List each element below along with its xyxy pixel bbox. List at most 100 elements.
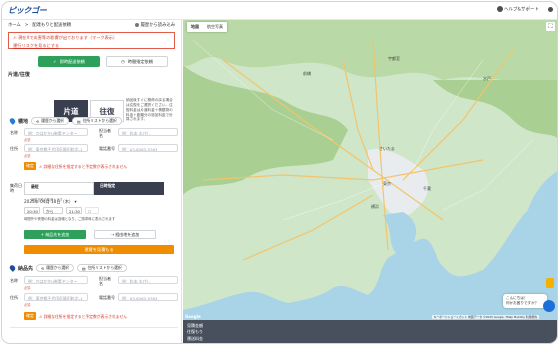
pickup-datetime-label: 集荷日時 [10, 183, 22, 193]
warning-icon: ⚠ [39, 314, 43, 319]
asap-checkbox[interactable]: ☐ [85, 207, 99, 214]
chat-icon[interactable] [543, 300, 555, 312]
breadcrumb: ホーム > 配達もりと配送依頼 履歴から読み込み [2, 20, 181, 30]
dropoff-warning-text: 詳細な住所を指定すると予定数が表示されません [43, 314, 128, 319]
dropoff-confirm-button[interactable]: 確定 [24, 312, 36, 320]
history-icon: ⟲ [41, 265, 45, 271]
pickup-warning-text: 詳細な住所を指定すると予定数が表示されません [43, 164, 128, 169]
dropoff-history-button[interactable]: ⟲ 履歴から選択 [36, 264, 74, 272]
google-logo: Google [185, 314, 201, 319]
add-via-label: 経由地を追加 [115, 231, 140, 237]
pickup-name-label: 名称 [10, 130, 18, 135]
add-stop-button[interactable]: + 納品先を追加 [24, 230, 86, 239]
dropoff-name-input[interactable]: 例：かはかかU制実センター [24, 276, 88, 284]
map-label-maebashi: 前橋 [303, 70, 311, 76]
time-from-select[interactable]: 20:30 [24, 207, 40, 214]
dropoff-name-label: 名称 [10, 278, 18, 283]
fullscreen-icon[interactable]: ⛶ [546, 22, 555, 31]
instant-order-button[interactable]: ✓ 即時配送依頼 [38, 56, 100, 67]
chevron-down-icon: ▾ [74, 199, 77, 204]
dropoff-tel-input[interactable]: 例：03-6263-9763 [118, 293, 178, 301]
dropoff-address-required: 必須 [24, 303, 31, 307]
pickup-history-label: 履歴から選択 [41, 118, 64, 123]
book-icon: ▤ [76, 118, 81, 124]
help-icon [496, 6, 503, 12]
check-icon: ✓ [53, 59, 57, 64]
time-to-select[interactable]: 21:30 [66, 207, 82, 214]
map-label-yokohama: 横浜 [371, 203, 379, 209]
load-from-history-link[interactable]: 履歴から読み込み [135, 22, 175, 28]
map-label-chiba: 千葉 [423, 185, 431, 191]
pickup-history-button[interactable]: ⟲ 履歴から選択 [31, 117, 69, 125]
pickup-confirm-button[interactable]: 確定 [24, 162, 36, 170]
pickup-tel-label: 電話番号 [99, 146, 115, 151]
chat-bubble[interactable]: こんにちは！ 何かお困りですか？ [503, 294, 547, 308]
pickup-address-required: 必須 [24, 154, 31, 158]
dropoff-contact-label: 担当者名 [99, 276, 111, 286]
street-view-pegman-icon[interactable] [546, 278, 554, 288]
pickup-tel-input[interactable]: 例：03-6263-9763 [118, 144, 178, 152]
pickup-pin-icon [8, 117, 17, 125]
between-select[interactable]: から [43, 207, 63, 214]
logo[interactable]: ピックゴー [8, 5, 47, 16]
alert-link[interactable]: 運行リスクを見るにする [13, 43, 170, 49]
map-tab[interactable]: 地図 [187, 22, 203, 32]
pickup-address-input[interactable]: 例：東京都千代田区飯田町北-1 [24, 144, 88, 152]
time-range: 20:30 から 21:30 ☐ [24, 207, 99, 214]
dropoff-header: 納品先 ⟲ 履歴から選択 ▤ 住所リストから選択 [8, 264, 127, 272]
logo-text: ピックゴー [8, 6, 47, 15]
dropoff-addressbook-button[interactable]: ▤ 住所リストから選択 [76, 264, 127, 272]
breadcrumb-separator: > [24, 22, 29, 28]
dropoff-pin-icon [8, 264, 17, 272]
import-icon [135, 22, 140, 27]
history-icon: ⟲ [36, 118, 40, 124]
warning-icon: ⚠ [39, 164, 43, 169]
specify-datetime-tab[interactable]: 日時指定日時を指定して集荷します [94, 182, 164, 201]
arrow-icon: ⇢ [110, 232, 115, 237]
scheduled-order-label: 時間指定依頼 [127, 58, 153, 64]
dropoff-contact-input[interactable]: 例：松本 丸ぴし [118, 276, 178, 284]
pickup-title: 積地 [18, 118, 29, 125]
book-icon: ▤ [81, 265, 86, 271]
pickup-address-label: 住所 [10, 146, 18, 151]
pickup-contact-input[interactable]: 例：松本 丸ぴし [118, 128, 178, 136]
pickup-addressbook-button[interactable]: ▤ 住所リストから選択 [71, 117, 122, 125]
dropoff-address-input[interactable]: 例：東京都千代田区飯田町北-1 [24, 293, 88, 301]
add-via-button[interactable]: ⇢ 経由地を追加 [94, 230, 156, 239]
map-attribution: キーボードショートカット 地図データ ©2025 Google, TMap Mo… [431, 315, 539, 319]
estimate-button[interactable]: 運賃を見積もる [24, 245, 174, 254]
user-menu-icon[interactable] [548, 6, 553, 12]
dropoff-warning: ⚠ 詳細な住所を指定すると予定数が表示されません [39, 314, 127, 320]
satellite-tab[interactable]: 航空写真 [203, 22, 227, 32]
order-type-toggle: ✓ 即時配送依頼 ◷ 時間指定依頼 [38, 56, 175, 67]
date-value: 2025年 04月 10日（木） [24, 199, 74, 204]
trip-section-title: 片道/往復 [8, 72, 30, 78]
breadcrumb-current: 配達もりと配送依頼 [32, 23, 72, 28]
app-window: ピックゴー ヘルプ&サポート ホーム > 配達もりと配送依頼 履歴から読み込み … [1, 1, 558, 344]
route-map[interactable]: さいたま 東京 千葉 横浜 水戸 宇都宮 前橋 地図 航空写真 ⛶ こんにちは！… [183, 20, 557, 320]
specify-tab-sub: 日時を指定して集荷します [100, 197, 139, 201]
dropoff-address-label: 住所 [10, 295, 18, 300]
dropoff-name-required: 必須 [24, 286, 31, 290]
date-picker[interactable]: 2025年 04月 10日（木） ▾ [24, 199, 77, 205]
pickup-contact-label: 担当者名 [99, 128, 111, 138]
map-label-saitama: さいたま [379, 145, 395, 151]
scheduled-order-button[interactable]: ◷ 時間指定依頼 [106, 56, 168, 67]
dropoff-tel-label: 電話番号 [99, 295, 115, 300]
pickup-name-input[interactable]: 例：かはかかU制実センター [24, 128, 88, 136]
pickup-name-required: 必須 [24, 138, 31, 142]
datetime-note: 時間外や夜間の料金は割増となり、ご請求時に表示されます [24, 217, 116, 221]
add-stop-label: 納品先を追加 [45, 231, 70, 237]
asap-tab[interactable]: 最短 最短日時で集荷します [24, 182, 94, 202]
clock-icon: ◷ [121, 59, 125, 64]
breadcrumb-home[interactable]: ホーム [8, 22, 21, 28]
estimate-summary: 見積金額 往復もり 運送料金 [183, 320, 557, 343]
summary-row-2: 運送料金 [187, 335, 203, 341]
alert-banner: ⚠ 現在Xで炎害等の影響が出ております（マーク表示） 運行リスクを見るにする [8, 32, 175, 49]
help-link[interactable]: ヘルプ&サポート [496, 6, 539, 13]
dropoff-history-label: 履歴から選択 [46, 265, 69, 270]
specify-tab-title: 日時指定 [100, 183, 116, 188]
asap-tab-title: 最短 [31, 184, 39, 189]
map-label-tokyo: 東京 [383, 180, 391, 186]
load-history-label: 履歴から読み込み [140, 23, 175, 28]
